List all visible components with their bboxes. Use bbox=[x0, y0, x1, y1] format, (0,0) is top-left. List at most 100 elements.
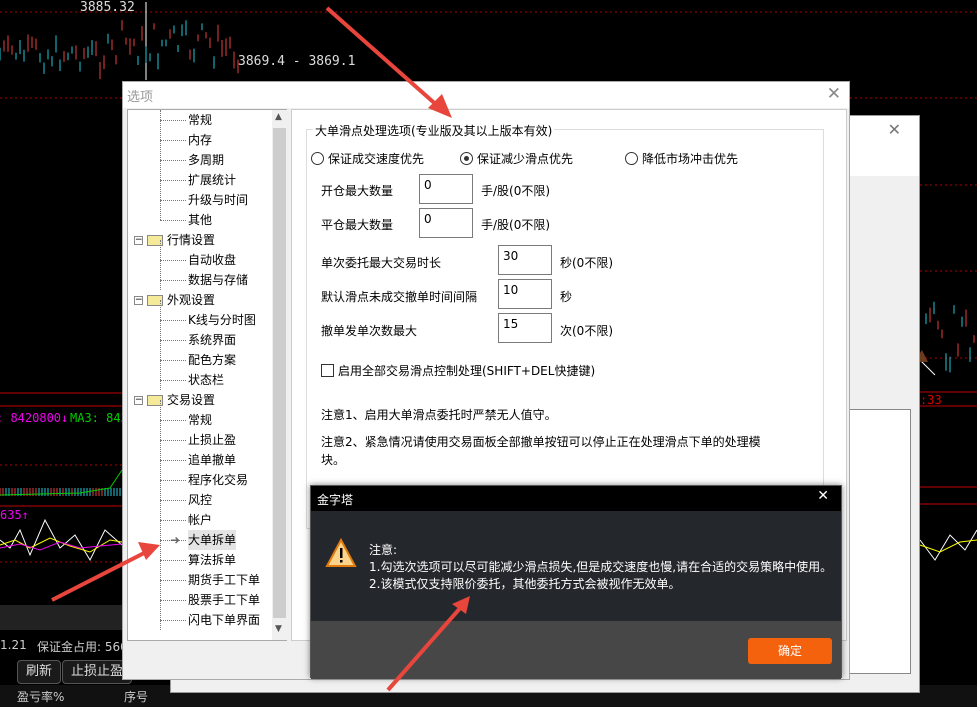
radio-icon[interactable] bbox=[625, 152, 638, 165]
max-duration-input[interactable]: 30 bbox=[498, 245, 552, 275]
tree-item-label: 追单撤单 bbox=[188, 453, 237, 467]
tree-item[interactable]: 期货手工下单 bbox=[188, 570, 260, 590]
tree-item-label: 帐户 bbox=[188, 513, 213, 527]
tree-item-label: 期货手工下单 bbox=[188, 573, 261, 587]
tree-item[interactable]: 状态栏 bbox=[188, 370, 224, 390]
tree-item[interactable]: − 行情设置 bbox=[134, 230, 215, 250]
enable-all-checkbox[interactable]: 启用全部交易滑点控制处理(SHIFT+DEL快捷键) bbox=[321, 362, 595, 379]
tree-item[interactable]: − 交易设置 bbox=[134, 390, 215, 410]
tree-connector bbox=[160, 440, 186, 441]
col-header-index[interactable]: 序号 bbox=[124, 688, 148, 705]
cancel-interval-unit: 秒 bbox=[560, 290, 573, 304]
group-title: 大单滑点处理选项(专业版及其以上版本有效) bbox=[313, 122, 555, 139]
open-max-label: 开仓最大数量 bbox=[321, 184, 394, 198]
tree-connector bbox=[160, 240, 161, 290]
tree-item[interactable]: 股票手工下单 bbox=[188, 590, 260, 610]
radio-icon[interactable] bbox=[311, 152, 324, 165]
tree-item[interactable]: 常规 bbox=[188, 110, 212, 130]
scroll-up-icon[interactable]: ▲ bbox=[275, 112, 282, 122]
price-high-label: 3885.32 bbox=[80, 0, 135, 15]
tree-item[interactable]: 自动收盘 bbox=[188, 250, 236, 270]
tree-item[interactable]: K线与分时图 bbox=[188, 310, 256, 330]
tree-connector bbox=[160, 110, 161, 220]
scroll-down-icon[interactable]: ▼ bbox=[275, 624, 282, 634]
tree-item-label: 内存 bbox=[188, 133, 213, 147]
tree-item[interactable]: 内存 bbox=[188, 130, 212, 150]
tree-item[interactable]: 其他 bbox=[188, 210, 212, 230]
tree-item-label: 状态栏 bbox=[188, 373, 225, 387]
tree-item[interactable]: 闪电下单界面 bbox=[188, 610, 260, 630]
cancel-interval-label: 默认滑点未成交撤单时间间隔 bbox=[321, 290, 478, 304]
settings-tree: ▲ ▼ 常规 内存 多周期 扩展统计 升级与时间 其他 − 行情设置 自动收盘 数据与存储 − 外观设… bbox=[127, 109, 287, 641]
close-icon[interactable]: ✕ bbox=[827, 84, 841, 104]
checkbox-icon[interactable] bbox=[321, 364, 334, 377]
close-max-input[interactable]: 0 bbox=[419, 208, 473, 238]
tree-connector bbox=[160, 520, 186, 521]
tree-item[interactable]: 数据与存储 bbox=[188, 270, 248, 290]
warning-titlebar: 金字塔 bbox=[311, 486, 841, 511]
cancel-interval-input[interactable]: 10 bbox=[498, 279, 552, 309]
tree-connector bbox=[160, 600, 186, 601]
tree-item[interactable]: 配色方案 bbox=[188, 350, 236, 370]
tree-item[interactable]: 程序化交易 bbox=[188, 470, 248, 490]
collapse-icon[interactable]: − bbox=[134, 236, 143, 245]
col-header-pnl-rate[interactable]: 盈亏率% bbox=[17, 688, 64, 705]
tree-item-label: 数据与存储 bbox=[188, 273, 249, 287]
tree-item[interactable]: − 外观设置 bbox=[134, 290, 215, 310]
tree-item[interactable]: 追单撤单 bbox=[188, 450, 236, 470]
message-line: 2.该模式仅支持限价委托，其他委托方式会被视作无效单。 bbox=[369, 577, 681, 591]
radio-impact-first[interactable]: 降低市场冲击优先 bbox=[625, 150, 738, 167]
radio-slippage-first[interactable]: 保证减少滑点优先 bbox=[460, 150, 573, 167]
tree-item-label: 交易设置 bbox=[167, 393, 216, 407]
price-range-label: 3869.4 - 3869.1 bbox=[238, 54, 356, 69]
tree-item-label: K线与分时图 bbox=[188, 313, 256, 327]
collapse-icon[interactable]: − bbox=[134, 296, 143, 305]
note-1: 注意1、启用大单滑点委托时严禁无人值守。 bbox=[321, 408, 557, 422]
tree-connector bbox=[160, 580, 186, 581]
close-max-unit: 手/股(0不限) bbox=[481, 218, 551, 232]
refresh-button[interactable]: 刷新 bbox=[17, 660, 62, 684]
tree-item[interactable]: 常规 bbox=[188, 410, 212, 430]
tree-item-label: 闪电下单界面 bbox=[188, 613, 261, 627]
tree-item-label: 多周期 bbox=[188, 153, 225, 167]
osc-indicator: 635↑ bbox=[0, 508, 29, 522]
tree-connector bbox=[160, 260, 186, 261]
close-icon[interactable]: ✕ bbox=[817, 488, 829, 504]
tree-scrollbar[interactable]: ▲ ▼ bbox=[272, 110, 287, 640]
tree-connector bbox=[160, 360, 186, 361]
close-icon[interactable]: ✕ bbox=[888, 120, 901, 139]
open-max-input[interactable]: 0 bbox=[419, 174, 473, 204]
tree-connector bbox=[160, 480, 186, 481]
tree-item[interactable]: 大单拆单 bbox=[188, 530, 237, 550]
tree-item-label: 程序化交易 bbox=[188, 473, 249, 487]
warning-dialog: 金字塔 ✕ 注意: 1.勾选次选项可以尽可能减少滑点损失,但是成交速度也慢,请在… bbox=[310, 485, 842, 679]
tree-item-label: 常规 bbox=[188, 413, 213, 427]
note-2: 注意2、紧急情况请使用交易面板全部撤单按钮可以停止正在处理滑点下单的处理模 bbox=[321, 435, 761, 449]
tree-item[interactable]: 算法拆单 bbox=[188, 550, 236, 570]
tree-connector bbox=[160, 200, 186, 201]
tree-connector bbox=[160, 180, 186, 181]
radio-checked-icon[interactable] bbox=[460, 152, 473, 165]
ok-button[interactable]: 确定 bbox=[748, 638, 832, 664]
tree-item[interactable]: 扩展统计 bbox=[188, 170, 236, 190]
close-max-label: 平仓最大数量 bbox=[321, 218, 394, 232]
tree-item[interactable]: 风控 bbox=[188, 490, 212, 510]
tree-item-label: 风控 bbox=[188, 493, 213, 507]
radio-speed-first[interactable]: 保证成交速度优先 bbox=[311, 150, 424, 167]
collapse-icon[interactable]: − bbox=[134, 396, 143, 405]
tree-connector bbox=[160, 300, 161, 390]
tree-item[interactable]: 帐户 bbox=[188, 510, 212, 530]
tree-connector bbox=[160, 500, 186, 501]
tree-item[interactable]: 升级与时间 bbox=[188, 190, 248, 210]
tree-item[interactable]: 止损止盈 bbox=[188, 430, 236, 450]
tree-item-label: 行情设置 bbox=[167, 233, 216, 247]
max-resend-input[interactable]: 15 bbox=[498, 313, 552, 343]
message-line: 1.勾选次选项可以尽可能减少滑点损失,但是成交速度也慢,请在合适的交易策略中使用… bbox=[369, 560, 833, 574]
scroll-thumb[interactable] bbox=[273, 128, 286, 618]
tree-item[interactable]: 多周期 bbox=[188, 150, 224, 170]
tree-item[interactable]: 系统界面 bbox=[188, 330, 236, 350]
tree-item-label: 升级与时间 bbox=[188, 193, 249, 207]
tree-item-label: 股票手工下单 bbox=[188, 593, 261, 607]
warning-title: 金字塔 bbox=[317, 493, 354, 507]
warning-message: 注意: 1.勾选次选项可以尽可能减少滑点损失,但是成交速度也慢,请在合适的交易策… bbox=[369, 542, 832, 593]
